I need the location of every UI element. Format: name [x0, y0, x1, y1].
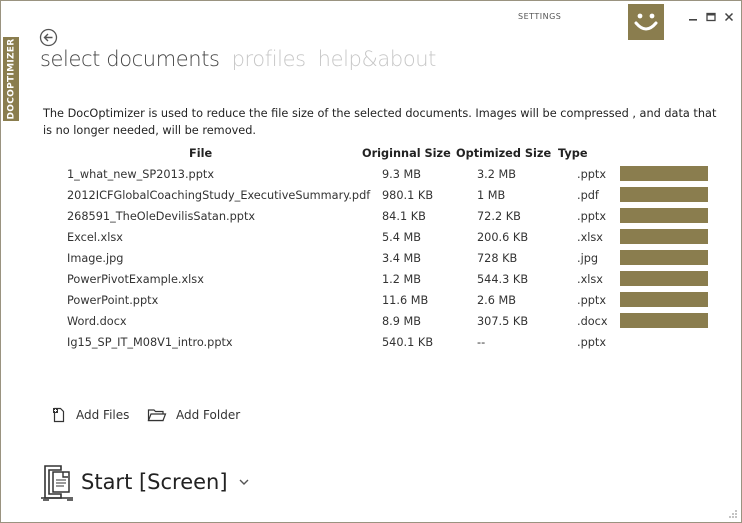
file-name: Image.jpg: [67, 252, 124, 265]
status-bar: [620, 250, 708, 265]
optimized-size: 3.2 MB: [477, 168, 517, 181]
app-window: DOCOPTIMIZER SETTINGS select documents p…: [0, 0, 742, 523]
file-type: .pptx: [577, 336, 607, 349]
table-row[interactable]: PowerPoint.pptx 11.6 MB 2.6 MB .pptx: [63, 290, 723, 311]
side-tab-label: DOCOPTIMIZER: [6, 38, 17, 120]
description-text: The DocOptimizer is used to reduce the f…: [43, 107, 717, 137]
start-button[interactable]: Start [Screen]: [39, 462, 250, 502]
original-size: 3.4 MB: [382, 252, 422, 265]
add-files-label: Add Files: [76, 408, 130, 422]
status-bar: [620, 292, 708, 307]
status-bar: [620, 187, 708, 202]
tab-help-about[interactable]: help&about: [318, 47, 437, 71]
file-name: Excel.xlsx: [67, 231, 123, 244]
optimized-size: 728 KB: [477, 252, 518, 265]
smiley-logo-icon: [628, 4, 664, 40]
file-type: .pdf: [577, 189, 599, 202]
file-name: Word.docx: [67, 315, 127, 328]
settings-link[interactable]: SETTINGS: [518, 12, 561, 21]
file-type: .pptx: [577, 294, 607, 307]
file-type: .pptx: [577, 210, 607, 223]
file-name: PowerPoint.pptx: [67, 294, 159, 307]
optimized-size: 307.5 KB: [477, 315, 529, 328]
table-row[interactable]: Excel.xlsx 5.4 MB 200.6 KB .xlsx: [63, 227, 723, 248]
file-name: 268591_TheOleDevilisSatan.pptx: [67, 210, 256, 223]
window-controls: [687, 11, 735, 23]
add-folder-label: Add Folder: [176, 408, 241, 422]
original-size: 1.2 MB: [382, 273, 422, 286]
add-file-icon: [53, 407, 65, 423]
file-name: PowerPivotExample.xlsx: [67, 273, 204, 286]
close-icon[interactable]: [723, 11, 735, 23]
original-size: 540.1 KB: [382, 336, 434, 349]
tab-profiles[interactable]: profiles: [232, 47, 306, 71]
file-type: .xlsx: [577, 231, 603, 244]
chevron-down-icon[interactable]: [238, 476, 250, 488]
status-bar: [620, 166, 708, 181]
file-type: .docx: [577, 315, 608, 328]
tab-select-documents[interactable]: select documents: [40, 47, 220, 71]
maximize-icon[interactable]: [705, 11, 717, 23]
file-name: 1_what_new_SP2013.pptx: [67, 168, 215, 181]
original-size: 980.1 KB: [382, 189, 434, 202]
side-tab-docoptimizer[interactable]: DOCOPTIMIZER: [3, 37, 19, 121]
original-size: 5.4 MB: [382, 231, 422, 244]
header-optimized-size[interactable]: Optimized Size: [456, 143, 551, 164]
original-size: 8.9 MB: [382, 315, 422, 328]
optimized-size: 72.2 KB: [477, 210, 521, 223]
file-type: .xlsx: [577, 273, 603, 286]
optimized-size: 1 MB: [477, 189, 506, 202]
file-name: 2012ICFGlobalCoachingStudy_ExecutiveSumm…: [67, 189, 371, 202]
file-type: .pptx: [577, 168, 607, 181]
back-arrow-icon[interactable]: [39, 28, 58, 47]
optimized-size: 544.3 KB: [477, 273, 529, 286]
optimized-size: 2.6 MB: [477, 294, 517, 307]
status-bar: [620, 208, 708, 223]
table-row[interactable]: 2012ICFGlobalCoachingStudy_ExecutiveSumm…: [63, 185, 723, 206]
add-files-button[interactable]: Add Files: [51, 407, 129, 423]
add-folder-button[interactable]: Add Folder: [147, 407, 240, 423]
optimized-size: 200.6 KB: [477, 231, 529, 244]
folder-icon: [147, 409, 167, 422]
document-press-icon: [41, 465, 73, 501]
original-size: 84.1 KB: [382, 210, 426, 223]
table-row[interactable]: Ig15_SP_IT_M08V1_intro.pptx 540.1 KB -- …: [63, 332, 723, 353]
table-row[interactable]: Image.jpg 3.4 MB 728 KB .jpg: [63, 248, 723, 269]
status-bar: [620, 271, 708, 286]
file-type: .jpg: [577, 252, 599, 265]
original-size: 9.3 MB: [382, 168, 422, 181]
header-type[interactable]: Type: [558, 143, 587, 164]
main-nav: select documents profiles help&about: [40, 47, 436, 71]
table-row[interactable]: 268591_TheOleDevilisSatan.pptx 84.1 KB 7…: [63, 206, 723, 227]
start-label: Start [Screen]: [81, 470, 228, 494]
header-file[interactable]: File: [189, 143, 212, 164]
minimize-icon[interactable]: [687, 11, 699, 23]
table-row[interactable]: PowerPivotExample.xlsx 1.2 MB 544.3 KB .…: [63, 269, 723, 290]
table-row[interactable]: Word.docx 8.9 MB 307.5 KB .docx: [63, 311, 723, 332]
status-bar: [620, 229, 708, 244]
header-original-size[interactable]: Originnal Size: [362, 143, 451, 164]
optimized-size: --: [477, 336, 486, 349]
original-size: 11.6 MB: [382, 294, 429, 307]
resize-grip-icon[interactable]: [728, 509, 738, 519]
table-header: File Originnal Size Optimized Size Type: [63, 143, 723, 164]
documents-table: File Originnal Size Optimized Size Type …: [63, 143, 723, 353]
file-name: Ig15_SP_IT_M08V1_intro.pptx: [67, 336, 233, 349]
table-row[interactable]: 1_what_new_SP2013.pptx 9.3 MB 3.2 MB .pp…: [63, 164, 723, 185]
status-bar: [620, 313, 708, 328]
